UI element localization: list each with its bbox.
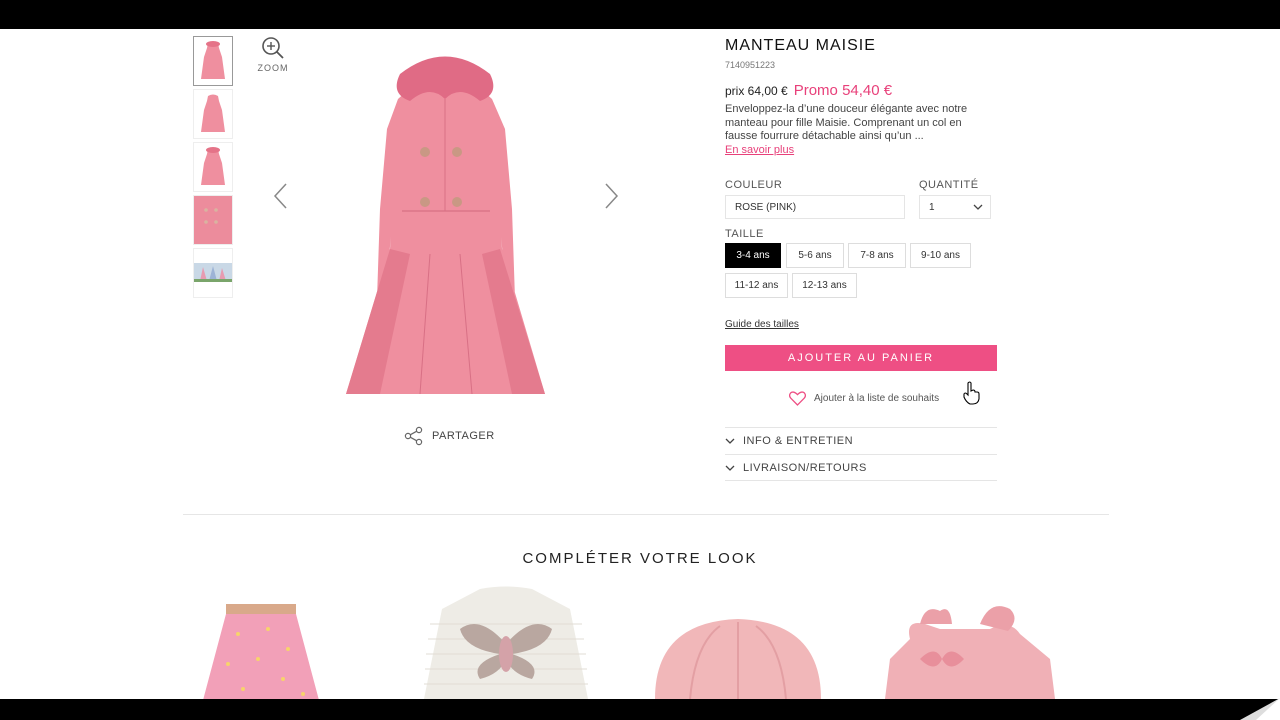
zoom-control[interactable]: ZOOM: [256, 35, 290, 73]
hand-cursor-icon: [963, 381, 980, 405]
color-select[interactable]: ROSE (PINK): [725, 195, 905, 219]
product-description: Enveloppez-la d’une douceur élégante ave…: [725, 103, 968, 142]
size-option-9-10[interactable]: 9-10 ans: [910, 243, 971, 268]
chevron-down-icon: [725, 465, 735, 471]
product-title: MANTEAU MAISIE: [725, 37, 876, 54]
chevron-left-icon[interactable]: [272, 181, 292, 211]
product-main-image: [346, 56, 545, 395]
chevron-down-icon: [973, 204, 983, 210]
chevron-right-icon[interactable]: [600, 181, 620, 211]
size-option-3-4[interactable]: 3-4 ans: [725, 243, 781, 268]
product-page: ZOOM PARTAGER MANTEAU MAISIE 7140951223 …: [0, 29, 1280, 699]
size-option-11-12[interactable]: 11-12 ans: [725, 273, 788, 298]
size-option-5-6[interactable]: 5-6 ans: [786, 243, 844, 268]
product-card-hat[interactable]: [650, 614, 826, 699]
quantity-value: 1: [929, 201, 935, 213]
product-sku: 7140951223: [725, 60, 776, 70]
color-value: ROSE (PINK): [735, 201, 797, 213]
share-label: PARTAGER: [432, 430, 495, 442]
quantity-label: QUANTITÉ: [919, 179, 979, 191]
chevron-down-icon: [725, 438, 735, 444]
heart-icon: [789, 391, 806, 406]
promo-price: Promo 54,40 €: [793, 82, 893, 99]
page-curl-icon: [1240, 698, 1280, 720]
product-card-gloves[interactable]: [880, 599, 1060, 699]
size-option-12-13[interactable]: 12-13 ans: [792, 273, 857, 298]
accordion-delivery-returns[interactable]: LIVRAISON/RETOURS: [725, 454, 997, 481]
add-to-cart-button[interactable]: AJOUTER AU PANIER: [725, 345, 997, 371]
product-card-sweater[interactable]: [420, 584, 592, 699]
share-icon: [404, 426, 423, 446]
accordion-label: INFO & ENTRETIEN: [743, 435, 854, 447]
section-divider: [183, 514, 1109, 515]
size-option-7-8[interactable]: 7-8 ans: [848, 243, 906, 268]
accordion-label: LIVRAISON/RETOURS: [743, 461, 867, 474]
size-guide-link[interactable]: Guide des tailles: [725, 319, 799, 330]
zoom-icon: [262, 37, 284, 59]
complete-look-heading: COMPLÉTER VOTRE LOOK: [522, 550, 758, 567]
thumbnail-3[interactable]: [193, 142, 233, 192]
price-block: prix 64,00 € Promo 54,40 €: [725, 82, 892, 99]
product-card-skirt[interactable]: [198, 594, 324, 699]
size-label: TAILLE: [725, 228, 764, 240]
wishlist-label: Ajouter à la liste de souhaits: [814, 393, 940, 404]
color-label: COULEUR: [725, 179, 783, 191]
accordion-info-care[interactable]: INFO & ENTRETIEN: [725, 427, 997, 454]
thumbnail-1[interactable]: [193, 36, 233, 86]
thumbnail-5[interactable]: [193, 248, 233, 298]
wishlist-button[interactable]: Ajouter à la liste de souhaits: [789, 391, 939, 406]
zoom-label: ZOOM: [257, 63, 289, 73]
read-more-link[interactable]: En savoir plus: [725, 144, 794, 156]
thumbnail-2[interactable]: [193, 89, 233, 139]
share-button[interactable]: PARTAGER: [404, 426, 495, 446]
quantity-select[interactable]: 1: [919, 195, 991, 219]
regular-price: prix 64,00 €: [725, 84, 788, 98]
thumbnail-4[interactable]: [193, 195, 233, 245]
